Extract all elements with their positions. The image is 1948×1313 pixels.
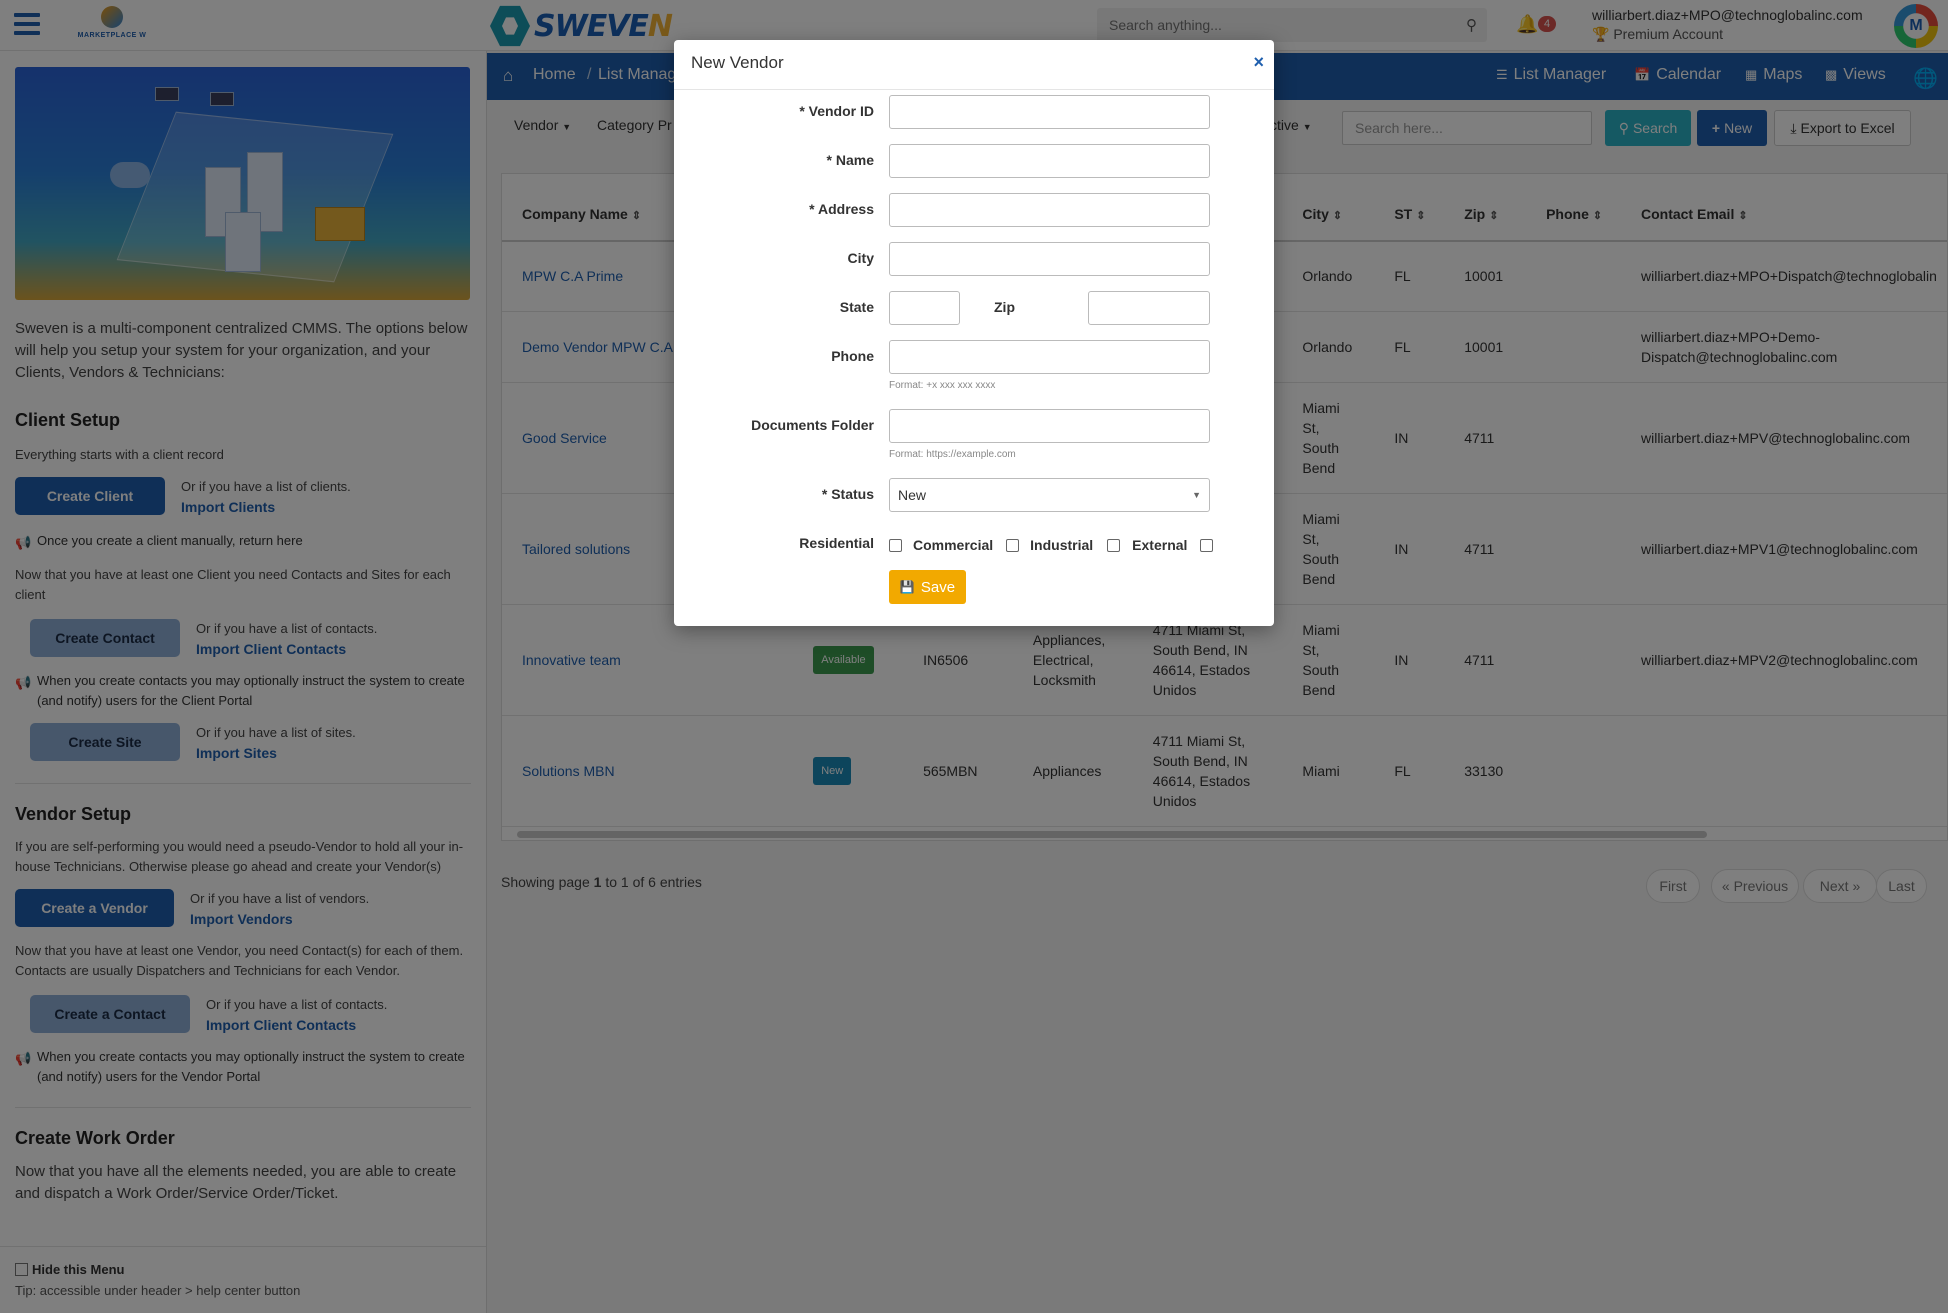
- residential-checkbox[interactable]: [889, 538, 902, 552]
- status-label: * Status: [821, 486, 874, 502]
- close-icon[interactable]: ×: [1253, 52, 1264, 73]
- state-label: State: [839, 299, 874, 315]
- phone-field[interactable]: [889, 340, 1210, 374]
- save-button-label: Save: [920, 578, 956, 596]
- documents-folder-label: Documents Folder: [751, 417, 874, 433]
- modal-title: New Vendor: [691, 53, 784, 72]
- zip-field[interactable]: [1088, 291, 1210, 325]
- save-button[interactable]: 💾 Save: [889, 570, 966, 604]
- address-label: * Address: [809, 201, 874, 217]
- documents-folder-field[interactable]: [889, 409, 1210, 443]
- phone-format-hint: Format: +x xxx xxx xxxx: [889, 380, 996, 391]
- caret-down-icon: ▼: [1192, 490, 1201, 500]
- name-field[interactable]: [889, 144, 1210, 178]
- save-icon: 💾: [899, 580, 915, 594]
- phone-label: Phone: [831, 348, 874, 364]
- new-vendor-modal: New Vendor × * Vendor ID * Name * Addres…: [674, 40, 1274, 626]
- state-field[interactable]: [889, 291, 960, 325]
- commercial-checkbox[interactable]: [1006, 538, 1020, 552]
- industrial-label: Industrial: [1030, 537, 1094, 553]
- documents-format-hint: Format: https://example.com: [889, 449, 1016, 460]
- industrial-checkbox[interactable]: [1107, 538, 1121, 552]
- city-field[interactable]: [889, 242, 1210, 276]
- vendor-id-label: * Vendor ID: [799, 103, 874, 119]
- vendor-id-field[interactable]: [889, 95, 1210, 129]
- status-select[interactable]: New ▼: [889, 478, 1210, 512]
- property-type-checkboxes: Commercial Industrial External: [889, 537, 1214, 553]
- external-checkbox[interactable]: [1200, 538, 1214, 552]
- commercial-label: Commercial: [913, 537, 994, 553]
- name-label: * Name: [826, 152, 874, 168]
- external-label: External: [1132, 537, 1188, 553]
- zip-label: Zip: [994, 299, 1015, 315]
- status-select-value: New: [898, 487, 927, 503]
- city-label: City: [847, 250, 874, 266]
- address-field[interactable]: [889, 193, 1210, 227]
- residential-label: Residential: [799, 535, 874, 551]
